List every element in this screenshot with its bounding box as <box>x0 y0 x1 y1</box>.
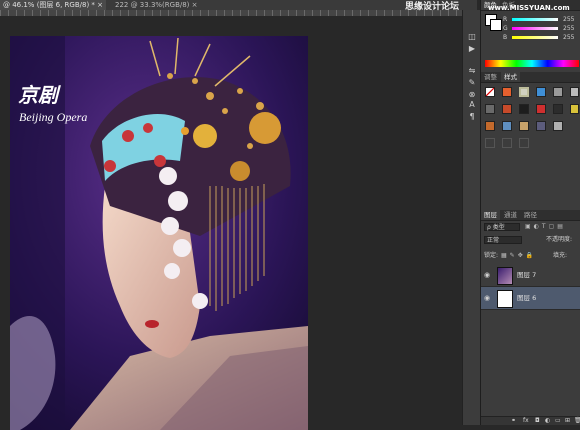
channel-label: R <box>503 16 508 23</box>
trash-icon[interactable]: 🗑 <box>574 417 580 425</box>
style-swatch[interactable] <box>519 121 529 131</box>
style-swatch-none[interactable] <box>485 87 495 97</box>
lock-label: 锁定: <box>484 252 499 259</box>
layer-name[interactable]: 图层 7 <box>517 271 536 279</box>
tab-channels[interactable]: 通道 <box>501 210 520 220</box>
visibility-eye-icon[interactable]: ◉ <box>484 271 492 279</box>
clone-icon[interactable]: ⊗ <box>467 90 477 100</box>
blend-mode-select[interactable]: 正常 <box>484 236 522 244</box>
styles-grid <box>481 84 580 154</box>
style-swatch[interactable] <box>519 104 529 114</box>
style-swatch[interactable] <box>553 87 563 97</box>
layer-filter-kind-select[interactable]: ρ 类型 <box>484 223 520 231</box>
style-swatch[interactable] <box>519 87 529 97</box>
styles-panel-tabs: 调整 样式 <box>481 72 580 83</box>
style-swatch[interactable] <box>536 121 546 131</box>
close-icon[interactable]: × <box>192 1 198 9</box>
style-swatch[interactable] <box>485 104 495 114</box>
layer-row[interactable]: ◉ 图层 7 <box>481 264 580 287</box>
style-swatch[interactable] <box>536 87 546 97</box>
fx-icon[interactable]: fx <box>523 417 529 425</box>
color-spectrum-bar[interactable] <box>485 60 579 67</box>
style-swatch[interactable] <box>485 138 495 148</box>
character-icon[interactable]: A <box>467 100 477 110</box>
channel-value[interactable]: 255 <box>563 25 574 32</box>
actions-icon[interactable]: ▶ <box>467 44 477 54</box>
style-swatch[interactable] <box>553 121 563 131</box>
watermark-chinese: 思缘设计论坛 <box>405 2 460 12</box>
style-swatch[interactable] <box>536 104 546 114</box>
style-swatch[interactable] <box>570 87 579 97</box>
document-tab-active[interactable]: @ 46.1% (图层 6, RGB/8) * × <box>0 0 107 10</box>
style-swatch[interactable] <box>502 121 512 131</box>
layer-row-selected[interactable]: ◉ 图层 6 <box>481 287 580 310</box>
document-tab-label: 222 @ 33.3%(RGB/8) <box>115 1 190 9</box>
color-slider-b[interactable]: B 255 <box>503 34 580 41</box>
watermark-url: www.MISSYUAN.com <box>488 4 570 12</box>
document-tab-inactive[interactable]: 222 @ 33.3%(RGB/8) × <box>112 0 201 10</box>
adjust-icon[interactable]: ⇋ <box>467 66 477 76</box>
channel-track[interactable] <box>512 27 558 30</box>
folder-icon[interactable]: ▭ <box>555 417 561 425</box>
tab-layers[interactable]: 图层 <box>481 210 500 220</box>
layer-name[interactable]: 图层 6 <box>517 294 536 302</box>
layers-panel-tabs: 图层 通道 路径 <box>481 210 580 221</box>
history-icon[interactable]: ◫ <box>467 32 477 42</box>
layer-thumbnail <box>497 267 513 285</box>
style-swatch[interactable] <box>502 87 512 97</box>
color-slider-r[interactable]: R 255 <box>503 16 580 23</box>
style-swatch[interactable] <box>502 138 512 148</box>
brush-settings-icon[interactable]: ✎ <box>467 78 477 88</box>
background-color-swatch[interactable] <box>490 19 502 31</box>
channel-value[interactable]: 255 <box>563 34 574 41</box>
canvas-area[interactable]: 京剧 Beijing Opera <box>0 16 462 430</box>
opacity-label: 不透明度: <box>546 236 573 243</box>
artwork-title-english: Beijing Opera <box>19 110 88 124</box>
paragraph-icon[interactable]: ¶ <box>467 112 477 122</box>
artwork-image: 京剧 Beijing Opera <box>10 36 308 430</box>
artwork-title-chinese: 京剧 <box>18 83 58 107</box>
color-slider-g[interactable]: G 255 <box>503 25 580 32</box>
channel-label: G <box>503 25 508 32</box>
channel-label: B <box>503 34 508 41</box>
channel-value[interactable]: 255 <box>563 16 574 23</box>
document-tab-label: @ 46.1% (图层 6, RGB/8) * <box>3 1 95 9</box>
adjustment-layer-icon[interactable]: ◐ <box>545 417 550 425</box>
layers-bottom-toolbar: ⚭ fx ◘ ◐ ▭ ⊞ 🗑 <box>481 416 580 425</box>
link-icon[interactable]: ⚭ <box>511 417 516 425</box>
layer-thumbnail <box>497 290 513 308</box>
layer-filter-icons: ▣◐T▢▤ <box>525 223 566 230</box>
tab-paths[interactable]: 路径 <box>521 210 540 220</box>
lock-icons[interactable]: ▦✎✥🔒 <box>501 252 536 260</box>
right-panel-dock: 颜色 色板 R 255 G 255 B 255 调整 样式 图层 通道 路径 ρ… <box>480 0 580 425</box>
tab-styles[interactable]: 样式 <box>501 72 520 82</box>
mask-icon[interactable]: ◘ <box>535 417 540 425</box>
style-swatch[interactable] <box>519 138 529 148</box>
style-swatch[interactable] <box>570 104 579 114</box>
tab-adjustments[interactable]: 调整 <box>481 72 500 82</box>
new-layer-icon[interactable]: ⊞ <box>565 417 570 425</box>
channel-track[interactable] <box>512 36 558 39</box>
style-swatch[interactable] <box>502 104 512 114</box>
close-icon[interactable]: × <box>97 1 103 9</box>
fill-label: 填充: <box>553 252 568 259</box>
style-swatch[interactable] <box>485 121 495 131</box>
style-swatch[interactable] <box>553 104 563 114</box>
channel-track[interactable] <box>512 18 558 21</box>
collapsed-panel-strip: ◫ ▶ ⇋ ✎ ⊗ A ¶ <box>462 10 481 425</box>
visibility-eye-icon[interactable]: ◉ <box>484 294 492 302</box>
